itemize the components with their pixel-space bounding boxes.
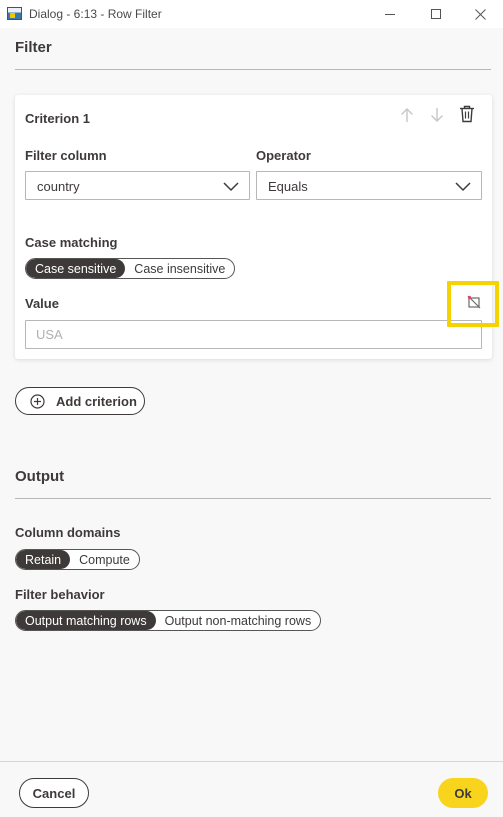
maximize-icon <box>431 9 441 19</box>
output-section-title: Output <box>15 468 65 485</box>
case-matching-label: Case matching <box>25 235 118 250</box>
filter-column-value: country <box>37 179 80 194</box>
criterion-card: Criterion 1 Filter column country Operat… <box>15 95 492 359</box>
chevron-down-icon <box>455 182 471 192</box>
plus-circle-icon <box>30 394 45 409</box>
compute-option[interactable]: Compute <box>70 550 139 569</box>
output-matching-rows-option[interactable]: Output matching rows <box>16 611 156 630</box>
window-titlebar: Dialog - 6:13 - Row Filter <box>0 0 503 28</box>
arrow-down-icon <box>431 108 443 122</box>
ok-button[interactable]: Ok <box>438 778 488 808</box>
cancel-button[interactable]: Cancel <box>19 778 89 808</box>
filter-behavior-label: Filter behavior <box>15 587 105 602</box>
output-divider <box>15 498 491 499</box>
filter-behavior-toggle: Output matching rows Output non-matching… <box>15 610 322 631</box>
add-criterion-label: Add criterion <box>56 394 137 409</box>
move-down-button[interactable] <box>427 105 447 125</box>
chevron-down-icon <box>223 182 239 192</box>
case-sensitive-option[interactable]: Case sensitive <box>26 259 126 278</box>
case-matching-toggle: Case sensitive Case insensitive <box>25 258 236 279</box>
filter-divider <box>15 69 491 70</box>
filter-column-dropdown[interactable]: country <box>25 171 250 200</box>
value-field[interactable] <box>25 320 482 349</box>
filter-section-title: Filter <box>15 39 52 56</box>
operator-value: Equals <box>268 179 308 194</box>
column-domains-label: Column domains <box>15 525 121 540</box>
minimize-icon <box>385 14 395 15</box>
value-input[interactable] <box>26 321 481 348</box>
minimize-button[interactable] <box>367 0 413 28</box>
value-label: Value <box>25 296 59 311</box>
reset-value-icon[interactable] <box>467 295 481 309</box>
add-criterion-button[interactable]: Add criterion <box>15 387 145 415</box>
column-domains-toggle: Retain Compute <box>15 549 140 570</box>
app-icon <box>7 7 22 20</box>
close-icon <box>474 8 486 20</box>
delete-criterion-button[interactable] <box>457 104 477 124</box>
criterion-title: Criterion 1 <box>25 111 91 126</box>
output-non-matching-rows-option[interactable]: Output non-matching rows <box>156 611 321 630</box>
maximize-button[interactable] <box>413 0 459 28</box>
retain-option[interactable]: Retain <box>16 550 71 569</box>
dialog-footer: Cancel Ok <box>0 761 503 817</box>
operator-dropdown[interactable]: Equals <box>256 171 482 200</box>
arrow-up-icon <box>401 108 413 122</box>
close-button[interactable] <box>457 0 503 28</box>
move-up-button[interactable] <box>397 105 417 125</box>
case-insensitive-option[interactable]: Case insensitive <box>125 259 234 278</box>
filter-column-label: Filter column <box>25 148 107 163</box>
operator-label: Operator <box>256 148 311 163</box>
trash-icon <box>460 105 474 123</box>
window-title: Dialog - 6:13 - Row Filter <box>29 7 162 21</box>
